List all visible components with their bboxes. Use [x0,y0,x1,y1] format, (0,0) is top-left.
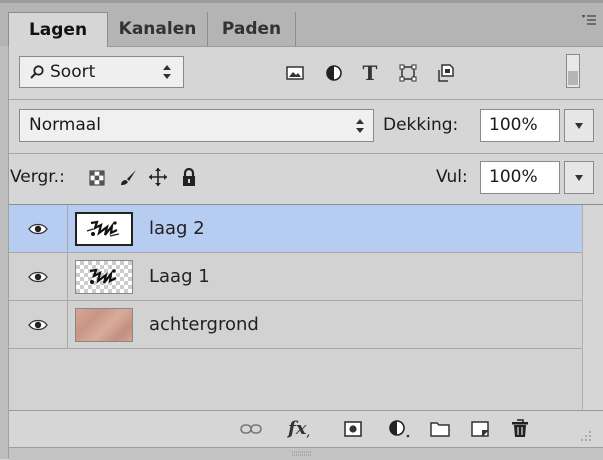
layers-empty-area [9,349,582,410]
blend-mode-select[interactable]: Normaal [19,109,374,142]
filter-kind-value: Soort [50,62,96,82]
opacity-value: 100% [489,115,538,135]
fill-value: 100% [489,167,538,187]
tab-paden[interactable]: Paden [208,12,296,46]
blend-mode-value: Normaal [29,115,101,135]
layer-row-laag-1[interactable]: Laag 1 [9,253,582,301]
layer-name[interactable]: achtergrond [149,301,259,348]
layer-style-fx-icon[interactable]: fx, [284,415,314,441]
lock-image-pixels-brush-icon[interactable] [117,167,139,189]
lock-position-move-icon[interactable] [147,166,169,188]
layer-name[interactable]: Laag 1 [149,253,210,300]
panel-menu-icon[interactable] [581,14,597,30]
type-layer-filter-icon[interactable]: T [359,61,381,85]
link-layers-icon[interactable] [239,419,263,439]
new-adjustment-layer-icon[interactable] [386,418,416,440]
lock-row: Vergr.: Vul: 100% [9,154,603,204]
panel-tab-bar: Lagen Kanalen Paden [0,0,603,47]
layers-list: laag 2 Laag 1 achtergrond [9,205,582,410]
filter-row: Soort T [9,46,603,99]
filter-toggle-switch[interactable] [566,54,580,88]
tab-lagen[interactable]: Lagen [8,12,108,47]
fill-dropdown-button[interactable] [564,161,594,194]
lock-transparent-pixels-icon[interactable] [87,168,107,188]
new-group-folder-icon[interactable] [429,419,451,439]
layer-row-achtergrond[interactable]: achtergrond [9,301,582,349]
delete-layer-trash-icon[interactable] [509,417,531,439]
new-layer-icon[interactable] [469,419,491,439]
panel-resize-bar[interactable] [9,447,603,460]
layer-thumbnail [75,308,133,342]
shape-layer-filter-icon[interactable] [397,62,419,84]
opacity-dropdown-button[interactable] [564,109,594,142]
visibility-eye-icon[interactable] [9,301,68,348]
lock-all-icon[interactable] [179,166,199,188]
fill-input[interactable]: 100% [480,161,560,194]
layer-thumbnail [75,212,133,246]
opacity-label: Dekking: [383,115,459,135]
layer-row-laag-2[interactable]: laag 2 [9,205,582,253]
layer-thumbnail [75,260,133,294]
pixel-layer-filter-icon[interactable] [284,62,306,84]
drag-handle-icon [292,451,312,456]
layers-panel: Lagen Kanalen Paden Soort T Normaal Dekk… [0,0,603,460]
tab-label: Lagen [28,20,88,40]
tab-label: Kanalen [118,19,197,39]
tab-kanalen[interactable]: Kanalen [108,12,208,46]
fill-label: Vul: [436,167,468,187]
lock-label: Vergr.: [10,167,65,187]
visibility-eye-icon[interactable] [9,205,68,252]
adjustment-layer-filter-icon[interactable] [323,62,345,84]
search-icon [28,63,46,81]
tab-label: Paden [221,19,282,39]
layer-name[interactable]: laag 2 [149,205,205,252]
visibility-eye-icon[interactable] [9,253,68,300]
panel-left-edge [0,46,9,459]
filter-kind-select[interactable]: Soort [19,56,184,88]
add-layer-mask-icon[interactable] [342,419,364,439]
layers-scrollbar[interactable] [582,205,603,410]
blend-row: Normaal Dekking: 100% [9,100,603,153]
layers-bottom-toolbar: fx, [9,410,603,448]
resize-grip-icon[interactable] [579,429,593,443]
spinner-arrows-icon [160,63,174,81]
opacity-input[interactable]: 100% [480,109,560,142]
smart-object-filter-icon[interactable] [435,62,457,84]
spinner-arrows-icon [353,117,367,135]
